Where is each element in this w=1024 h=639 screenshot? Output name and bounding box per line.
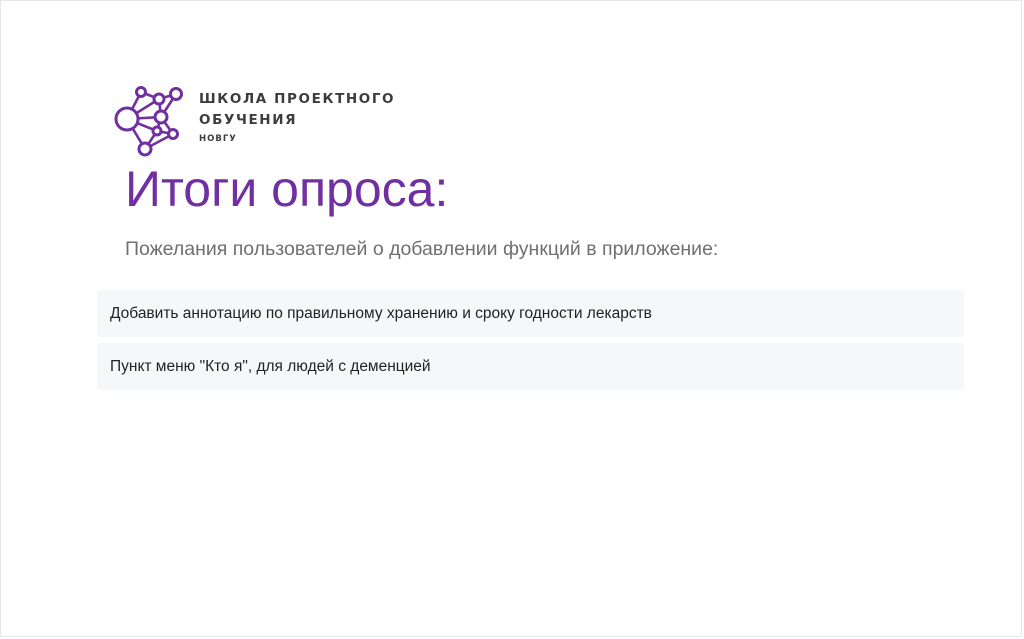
logo-line-school: ШКОЛА ПРОЕКТНОГО — [199, 91, 396, 107]
survey-answers-list: Добавить аннотацию по правильному хранен… — [97, 290, 964, 396]
survey-answer-item: Добавить аннотацию по правильному хранен… — [97, 290, 964, 337]
molecule-network-icon — [114, 86, 183, 157]
page-title: Итоги опроса: — [125, 161, 449, 217]
logo-line-education: ОБУЧЕНИЯ — [199, 112, 298, 128]
survey-answer-item: Пункт меню "Кто я", для людей с деменцие… — [97, 343, 964, 390]
slide: ШКОЛА ПРОЕКТНОГО ОБУЧЕНИЯ НОВГУ Итоги оп… — [0, 0, 1022, 637]
school-logo: ШКОЛА ПРОЕКТНОГО ОБУЧЕНИЯ НОВГУ — [111, 79, 411, 159]
school-logo-text: ШКОЛА ПРОЕКТНОГО ОБУЧЕНИЯ НОВГУ — [199, 89, 395, 146]
page-subtitle: Пожелания пользователей о добавлении фун… — [125, 238, 719, 260]
logo-line-university: НОВГУ — [199, 134, 237, 144]
